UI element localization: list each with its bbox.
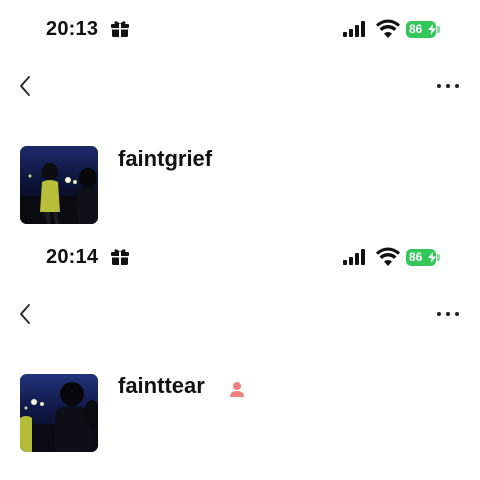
gift-icon <box>111 21 129 37</box>
profile-header: faintgrief <box>0 140 480 224</box>
profile-header: fainttear <box>0 368 480 452</box>
more-horizontal-icon[interactable] <box>436 82 460 90</box>
wifi-icon <box>376 247 400 266</box>
cellular-signal-icon <box>343 21 365 37</box>
screenshot-panel-2: 20:14 86 fainttear <box>0 228 480 456</box>
chevron-left-icon[interactable] <box>16 302 34 326</box>
status-bar: 20:14 86 <box>0 228 480 288</box>
bolt-icon <box>428 252 436 263</box>
more-horizontal-icon[interactable] <box>436 310 460 318</box>
battery-charging-icon: 86 <box>406 21 442 38</box>
status-time: 20:14 <box>46 246 99 268</box>
battery-charging-icon: 86 <box>406 249 442 266</box>
bolt-icon <box>428 24 436 35</box>
chevron-left-icon[interactable] <box>16 74 34 98</box>
username: faintgrief <box>118 146 213 171</box>
username: fainttear <box>118 373 205 398</box>
cellular-signal-icon <box>343 249 365 265</box>
person-icon <box>230 382 244 397</box>
gift-icon <box>111 249 129 265</box>
nav-bar <box>0 62 480 110</box>
avatar[interactable] <box>20 146 98 224</box>
status-time: 20:13 <box>46 18 99 40</box>
battery-nub <box>437 254 440 261</box>
nav-bar <box>0 290 480 338</box>
avatar[interactable] <box>20 374 98 452</box>
status-bar: 20:13 86 <box>0 0 480 60</box>
wifi-icon <box>376 19 400 38</box>
battery-nub <box>437 26 440 33</box>
screenshot-panel-1: 20:13 86 faintgrief <box>0 0 480 228</box>
